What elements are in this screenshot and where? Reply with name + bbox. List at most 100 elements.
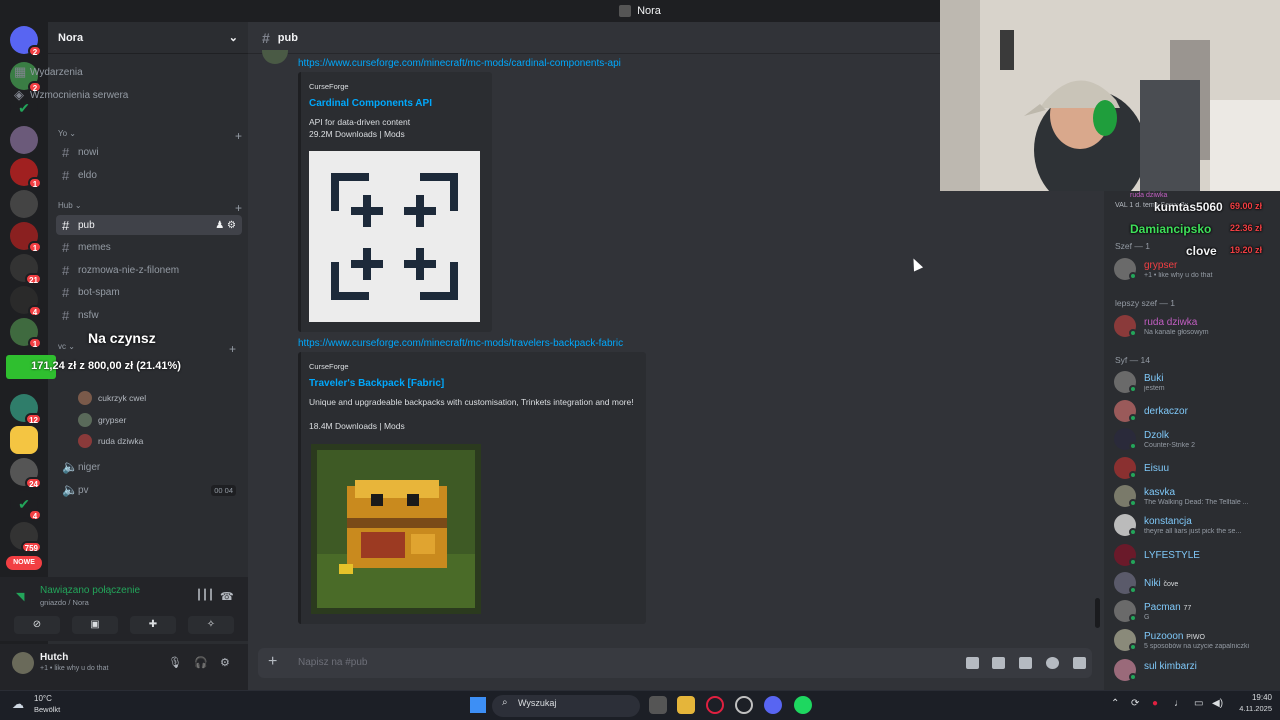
task-view-icon[interactable] <box>649 696 667 714</box>
screen-share-button[interactable]: ▣ <box>72 616 118 634</box>
windows-start-icon[interactable] <box>470 697 486 713</box>
embed-title[interactable]: Cardinal Components API <box>309 98 432 109</box>
invite-settings-icons[interactable]: ♟ ⚙ <box>215 220 236 231</box>
avatar[interactable] <box>262 50 288 64</box>
server-icon[interactable] <box>10 126 38 154</box>
channel-nowi[interactable]: # nowi <box>56 142 242 162</box>
gear-icon[interactable]: ⚙ <box>220 656 230 669</box>
travelers-backpack-image[interactable] <box>311 444 481 614</box>
category-yo[interactable]: Yo ⌄ + <box>58 129 244 143</box>
gif-icon[interactable] <box>992 657 1005 669</box>
member-item[interactable]: Puzooon PIWO 5 sposobów na użycie zapalni… <box>1114 627 1280 653</box>
beer-server-icon[interactable] <box>10 426 38 454</box>
voice-user[interactable]: ruda dziwka <box>78 432 143 450</box>
embed-provider[interactable]: CurseForge <box>309 362 349 371</box>
events-item[interactable]: ▦ Wydarzenia <box>8 62 194 82</box>
voice-channel-niger[interactable]: 🔈 niger <box>56 457 242 477</box>
add-channel-icon[interactable]: + <box>235 129 242 143</box>
member-item[interactable]: Dzolk Counter-Strike 2 <box>1114 426 1280 452</box>
server-icon[interactable]: 759 <box>10 522 42 553</box>
server-header[interactable]: Nora ⌄ <box>48 22 248 54</box>
server-icon[interactable]: 21 <box>10 254 42 285</box>
server-icon[interactable]: 12 <box>10 394 42 425</box>
microphone-icon[interactable]: ♩ <box>1174 698 1184 709</box>
valorant-server-icon[interactable]: ✔ 4 <box>10 490 42 521</box>
category-hub[interactable]: Hub ⌄ + <box>58 201 244 215</box>
voice-user[interactable]: grypser <box>78 411 126 429</box>
channel-rozmowa[interactable]: # rozmowa-nie-z-filonem <box>56 260 242 280</box>
member-item[interactable]: sul kimbarzi <box>1114 657 1280 683</box>
member-item[interactable]: derkaczor <box>1114 398 1280 424</box>
server-icon[interactable]: 1 <box>10 222 42 253</box>
taskbar-search-label[interactable]: Wyszukaj <box>518 698 556 708</box>
add-channel-icon[interactable]: + <box>229 342 236 356</box>
server-icon[interactable]: 4 <box>10 286 42 317</box>
channel-memes[interactable]: # memes <box>56 237 242 257</box>
sticker-icon[interactable] <box>1019 657 1032 669</box>
voice-user[interactable]: cukrzyk cwel <box>78 389 146 407</box>
discord-home-icon[interactable]: 2 <box>10 26 42 57</box>
channel-nsfw[interactable]: # nsfw <box>56 305 242 325</box>
emoji-icon[interactable] <box>1046 657 1059 669</box>
soundboard-button[interactable]: ✧ <box>188 616 234 634</box>
disconnect-icon[interactable]: ☎ <box>220 590 234 603</box>
clock-date[interactable]: 4.11.2025 <box>1225 704 1272 713</box>
cloud-icon[interactable]: ☁ <box>12 697 24 711</box>
composer-placeholder[interactable]: Napisz na #pub <box>298 657 368 668</box>
scrollbar[interactable] <box>1095 598 1100 628</box>
server-icon[interactable]: 1 <box>10 318 42 349</box>
opera-gx-icon[interactable] <box>706 696 724 714</box>
member-item[interactable]: Buki jestem <box>1114 369 1280 395</box>
microphone-icon[interactable]: 🎙 <box>168 656 182 669</box>
server-icon[interactable]: 24 <box>10 458 42 489</box>
weather-desc[interactable]: Bewölkt <box>34 705 60 714</box>
weather-temp[interactable]: 10°C <box>34 694 52 703</box>
clock-time[interactable]: 19:40 <box>1232 693 1272 702</box>
voice-channel-pv[interactable]: 🔈 pv 00 04 <box>56 480 242 500</box>
voice-status-text[interactable]: Nawiązano połączenie <box>40 585 140 596</box>
member-item[interactable]: LYFESTYLE <box>1114 542 1280 568</box>
message-link[interactable]: https://www.curseforge.com/minecraft/mc-… <box>298 58 621 69</box>
gift-icon[interactable] <box>966 657 979 669</box>
message-link[interactable]: https://www.curseforge.com/minecraft/mc-… <box>298 338 623 349</box>
channel-bot-spam[interactable]: # bot-spam <box>56 282 242 302</box>
avatar[interactable] <box>12 652 34 674</box>
member-item[interactable]: konstancja theyre all liars just pick the… <box>1114 512 1280 538</box>
member-item[interactable]: Eisuu <box>1114 455 1280 481</box>
embed-title[interactable]: Traveler's Backpack [Fabric] <box>309 378 444 389</box>
tray-chevron-icon[interactable]: ⌃ <box>1111 698 1119 709</box>
spotify-icon[interactable] <box>794 696 812 714</box>
member-item[interactable]: ruda dziwka Na kanale głosowym <box>1114 313 1280 339</box>
member-item[interactable]: Pacman 77 G <box>1114 598 1280 624</box>
volume-icon[interactable]: ◀) <box>1212 698 1223 709</box>
file-explorer-icon[interactable] <box>677 696 695 714</box>
chevron-down-icon[interactable]: ⌄ <box>229 31 238 44</box>
add-attachment-icon[interactable]: + <box>268 653 277 671</box>
new-servers-badge[interactable]: NOWE <box>6 556 42 570</box>
headphones-icon[interactable]: 🎧 <box>194 656 208 669</box>
discord-icon[interactable] <box>764 696 782 714</box>
add-channel-icon[interactable]: + <box>235 201 242 215</box>
channel-eldo[interactable]: # eldo <box>56 165 242 185</box>
server-boosts-item[interactable]: ◈ Wzmocnienia serwera <box>8 85 194 105</box>
top-user-name[interactable]: ruda dziwka <box>1130 192 1167 199</box>
cardinal-components-logo[interactable] <box>309 151 480 322</box>
taskbar-search[interactable] <box>492 695 640 717</box>
tray-app-icon[interactable]: ⟳ <box>1131 698 1139 709</box>
signal-icon[interactable]: ◥ <box>16 590 24 603</box>
noise-suppression-icon[interactable]: ┃┃┃ <box>196 590 214 601</box>
activities-button[interactable]: ✚ <box>130 616 176 634</box>
voice-location-text[interactable]: gniazdo / Nora <box>40 598 89 607</box>
member-item[interactable]: Niki čove <box>1114 570 1280 596</box>
server-icon[interactable] <box>10 190 38 218</box>
embed-provider[interactable]: CurseForge <box>309 82 349 91</box>
member-item[interactable]: grypser +1 • like why u do that <box>1114 256 1280 282</box>
tray-app-icon[interactable]: ● <box>1152 698 1158 709</box>
member-item[interactable]: kasvka The Walking Dead: The Telltale ... <box>1114 483 1280 509</box>
display-icon[interactable]: ▭ <box>1194 698 1203 709</box>
app-icon[interactable] <box>735 696 753 714</box>
search-icon[interactable]: ⌕ <box>502 697 508 708</box>
server-icon[interactable]: 1 <box>10 158 42 189</box>
user-name[interactable]: Hutch <box>40 652 68 663</box>
camera-off-button[interactable]: ⊘ <box>14 616 60 634</box>
